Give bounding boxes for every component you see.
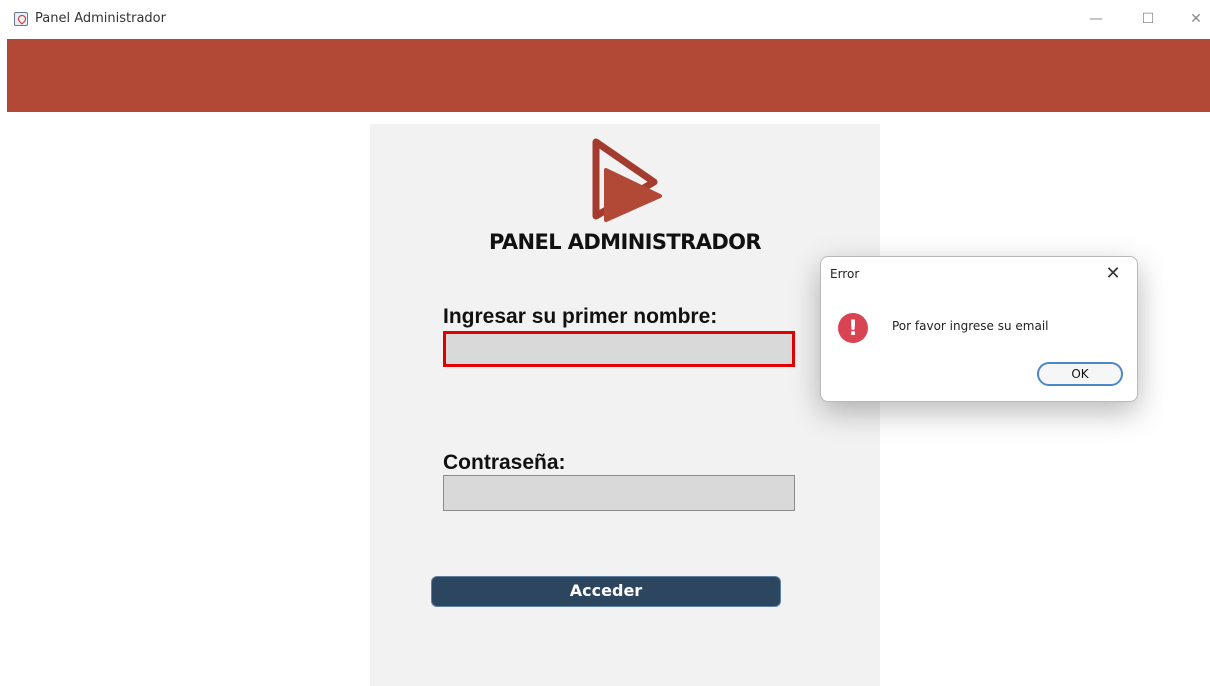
play-logo-icon bbox=[592, 138, 662, 222]
close-window-button[interactable]: ✕ bbox=[1182, 6, 1210, 32]
name-label: Ingresar su primer nombre: bbox=[443, 305, 718, 328]
window-title: Panel Administrador bbox=[35, 11, 166, 26]
header-band bbox=[7, 39, 1210, 112]
dialog-message: Por favor ingrese su email bbox=[892, 319, 1049, 333]
java-app-icon bbox=[14, 12, 28, 26]
maximize-button[interactable]: ☐ bbox=[1134, 6, 1162, 32]
dialog-close-button[interactable]: ✕ bbox=[1101, 263, 1125, 285]
name-input[interactable] bbox=[443, 331, 795, 367]
acceder-button[interactable]: Acceder bbox=[431, 576, 781, 607]
dialog-title: Error bbox=[830, 267, 860, 281]
ok-button[interactable]: OK bbox=[1037, 362, 1123, 386]
minimize-button[interactable]: — bbox=[1082, 6, 1110, 32]
password-label: Contraseña: bbox=[443, 451, 566, 474]
password-input[interactable] bbox=[443, 475, 795, 511]
error-dialog: Error ✕ ! Por favor ingrese su email OK bbox=[820, 256, 1138, 402]
window-titlebar: Panel Administrador — ☐ ✕ bbox=[0, 0, 1210, 39]
panel-title: PANEL ADMINISTRADOR bbox=[488, 230, 762, 254]
error-icon: ! bbox=[838, 313, 868, 343]
